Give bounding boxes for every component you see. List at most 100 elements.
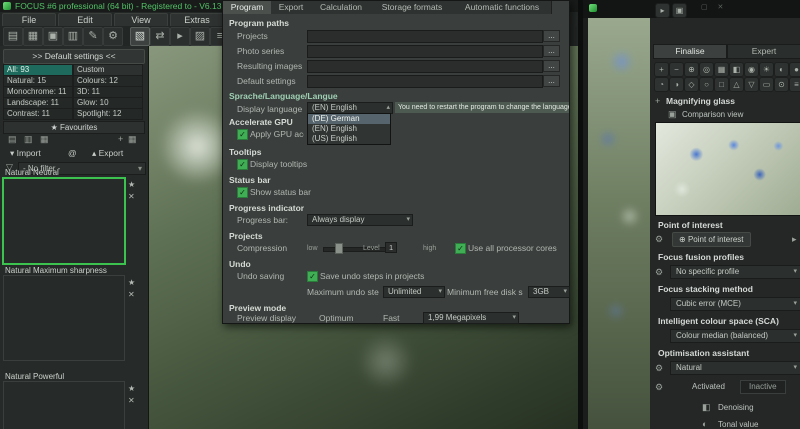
- photo-strip[interactable]: [588, 18, 650, 429]
- gpu-checkbox[interactable]: [237, 129, 248, 140]
- fusion-dropdown[interactable]: No specific profile: [670, 265, 800, 279]
- tab-export[interactable]: Export: [271, 1, 312, 14]
- play-icon[interactable]: ▸: [170, 27, 190, 46]
- language-option-us[interactable]: (US) English: [308, 134, 390, 144]
- default-settings-path-input[interactable]: [307, 75, 543, 88]
- grid-add-icon[interactable]: ▦: [128, 134, 137, 145]
- preview-optimum-option[interactable]: Optimum: [319, 313, 353, 323]
- copy-icon[interactable]: ▣: [672, 3, 687, 18]
- preset-thumbnail[interactable]: [3, 275, 125, 361]
- projects-browse-button[interactable]: ...: [543, 30, 560, 42]
- remove-icon[interactable]: ✕: [128, 290, 135, 299]
- gear-icon[interactable]: ⚙: [655, 234, 663, 245]
- tab-expert[interactable]: Expert: [727, 44, 800, 59]
- run-icon[interactable]: ▸: [655, 3, 670, 18]
- preset-label[interactable]: Natural Maximum sharpness: [5, 266, 107, 275]
- preset-thumbnail[interactable]: [3, 381, 125, 429]
- language-option-english[interactable]: (EN) English: [308, 124, 390, 134]
- stat-contrast[interactable]: Contrast: 11: [3, 108, 73, 120]
- up-filter-icon[interactable]: △: [729, 77, 744, 92]
- ring-icon[interactable]: ⊙: [774, 77, 789, 92]
- preview-fast-option[interactable]: Fast: [383, 313, 400, 323]
- preset-label[interactable]: Natural Neutral: [5, 168, 59, 177]
- stacking-dropdown[interactable]: Cubic error (MCE): [670, 297, 800, 311]
- list-icon[interactable]: ≡: [789, 77, 800, 92]
- tooltips-checkbox[interactable]: [237, 159, 248, 170]
- focus-point-icon[interactable]: ◉: [744, 62, 759, 77]
- window-controls[interactable]: ▢ ✕: [701, 3, 727, 11]
- square-tool-icon[interactable]: □: [714, 77, 729, 92]
- activated-label[interactable]: Activated: [692, 382, 725, 391]
- tonal-value-label[interactable]: Tonal value: [718, 420, 758, 429]
- target-icon[interactable]: ◎: [699, 62, 714, 77]
- settings-icon[interactable]: ⚙: [103, 27, 123, 46]
- favourites-bar[interactable]: ★ Favourites: [3, 121, 145, 134]
- favourite-star-icon[interactable]: ★: [128, 278, 135, 287]
- preset-thumbnail[interactable]: [2, 177, 126, 265]
- gear-icon[interactable]: ⚙: [655, 382, 663, 393]
- max-undo-dropdown[interactable]: Unlimited: [383, 286, 445, 298]
- edit-icon[interactable]: ✎: [83, 27, 103, 46]
- split-view-icon[interactable]: ◧: [729, 62, 744, 77]
- processor-cores-checkbox[interactable]: [455, 243, 466, 254]
- status-bar-checkbox[interactable]: [237, 187, 248, 198]
- inactive-button[interactable]: Inactive: [740, 380, 786, 394]
- menu-edit[interactable]: Edit: [58, 13, 112, 27]
- colour-space-dropdown[interactable]: Colour median (balanced): [670, 329, 800, 343]
- compression-slider-handle[interactable]: [335, 243, 343, 254]
- list-view-icon[interactable]: ▤: [8, 134, 17, 145]
- open-icon[interactable]: ▦: [23, 27, 43, 46]
- gear-icon[interactable]: ⚙: [655, 267, 663, 278]
- poi-button[interactable]: ⊕ Point of interest: [672, 232, 751, 247]
- magnifier-icon[interactable]: ⊕: [684, 62, 699, 77]
- tab-calculation[interactable]: Calculation: [311, 1, 372, 14]
- remove-icon[interactable]: ✕: [128, 396, 135, 405]
- tab-storage-formats[interactable]: Storage formats: [371, 1, 454, 14]
- tab-program[interactable]: Program: [223, 1, 272, 14]
- gear-icon[interactable]: ⚙: [655, 363, 663, 374]
- compare-icon[interactable]: ⇄: [150, 27, 170, 46]
- import-button[interactable]: ▾ Import: [10, 147, 41, 159]
- projects-path-input[interactable]: [307, 30, 543, 43]
- menu-extras[interactable]: Extras: [170, 13, 224, 27]
- circle-tool-icon[interactable]: ○: [699, 77, 714, 92]
- small-grid-icon[interactable]: ▥: [24, 134, 33, 145]
- large-grid-icon[interactable]: ▦: [40, 134, 49, 145]
- favourite-star-icon[interactable]: ★: [128, 384, 135, 393]
- preview-megapixels-dropdown[interactable]: 1,99 Megapixels: [423, 312, 519, 324]
- remove-icon[interactable]: ✕: [128, 192, 135, 201]
- new-icon[interactable]: ▤: [3, 27, 23, 46]
- denoising-label[interactable]: Denoising: [718, 403, 754, 412]
- comparison-view-label[interactable]: Comparison view: [682, 110, 743, 119]
- magnifier-preview-image[interactable]: [655, 122, 800, 216]
- photo-series-browse-button[interactable]: ...: [543, 45, 560, 57]
- histogram-icon[interactable]: ▧: [130, 27, 150, 46]
- gallery-icon[interactable]: ▥: [63, 27, 83, 46]
- menu-file[interactable]: File: [2, 13, 56, 27]
- favourite-star-icon[interactable]: ★: [128, 180, 135, 189]
- tab-automatic-functions[interactable]: Automatic functions: [453, 1, 552, 14]
- tone-icon[interactable]: ◔: [654, 77, 669, 92]
- dot-icon[interactable]: ●: [789, 62, 800, 77]
- shade-icon[interactable]: ◑: [669, 77, 684, 92]
- contrast-icon[interactable]: ◐: [774, 62, 789, 77]
- progress-bar-dropdown[interactable]: Always display: [307, 214, 413, 226]
- tab-finalise[interactable]: Finalise: [653, 44, 727, 59]
- menu-view[interactable]: View: [114, 13, 168, 27]
- default-settings-browse-button[interactable]: ...: [543, 75, 560, 87]
- down-filter-icon[interactable]: ▽: [744, 77, 759, 92]
- crop-icon[interactable]: ▭: [759, 77, 774, 92]
- grid-icon[interactable]: ▦: [714, 62, 729, 77]
- zoom-out-icon[interactable]: −: [669, 62, 684, 77]
- photo-series-path-input[interactable]: [307, 45, 543, 58]
- resulting-images-browse-button[interactable]: ...: [543, 60, 560, 72]
- language-option-german[interactable]: (DE) German: [308, 114, 390, 124]
- default-settings-button[interactable]: >> Default settings <<: [3, 49, 145, 64]
- layers-icon[interactable]: ▨: [190, 27, 210, 46]
- email-button[interactable]: @: [68, 147, 77, 159]
- save-icon[interactable]: ▣: [43, 27, 63, 46]
- stat-spotlight[interactable]: Spotlight: 12: [73, 108, 143, 120]
- zoom-in-icon[interactable]: +: [654, 62, 669, 77]
- export-button[interactable]: ▴ Export: [92, 147, 123, 159]
- resulting-images-path-input[interactable]: [307, 60, 543, 73]
